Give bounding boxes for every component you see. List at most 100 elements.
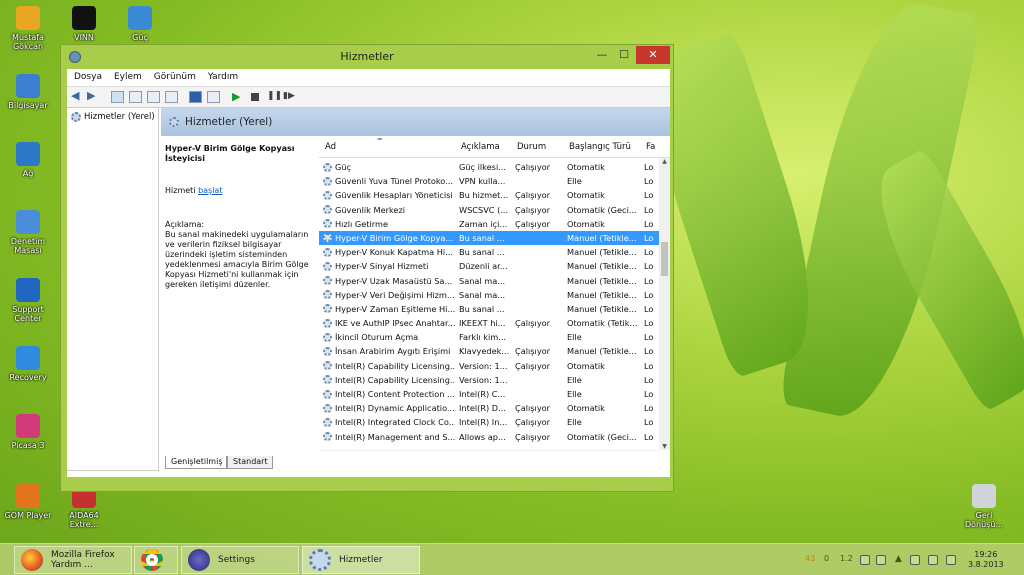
service-row[interactable]: Güvenli Yuva Tünel Protoko... VPN kulla..…	[319, 174, 659, 188]
refresh-icon[interactable]	[147, 91, 160, 103]
service-row[interactable]: İkincil Oturum Açma Farklı kim... Elle Lo	[319, 330, 659, 344]
taskbar-item-firefox[interactable]: Mozilla Firefox Yardım ...	[14, 546, 132, 574]
taskbar-item-chrome[interactable]	[134, 546, 178, 574]
menu-file[interactable]: Dosya	[67, 69, 107, 82]
desktop-icon-user-folder[interactable]: Mustafa Gökcan	[2, 6, 54, 51]
service-row[interactable]: Hyper-V Uzak Masaüstü Sa... Sanal ma... Ma…	[319, 274, 659, 288]
desktop-icon-label: Picasa 3	[11, 441, 45, 450]
forward-arrow-icon[interactable]: ▶	[87, 90, 100, 103]
service-row[interactable]: IKE ve AuthIP IPsec Anahtar... IKEEXT hi.…	[319, 316, 659, 330]
service-logon: Lo	[644, 346, 654, 357]
service-logon: Lo	[644, 403, 654, 414]
console-tree-icon[interactable]	[111, 91, 124, 103]
tray-app-icon[interactable]	[860, 555, 870, 565]
service-row[interactable]: Güvenlik Merkezi WSCSVC (... Çalışıyor Otom…	[319, 203, 659, 217]
service-row[interactable]: Hyper-V Zaman Eşitleme Hi... Bu sanal ...…	[319, 302, 659, 316]
title-bar[interactable]: Hizmetler — ☐ ✕	[61, 45, 673, 69]
service-gear-icon	[323, 318, 332, 328]
restart-service-icon[interactable]: ▮▶	[283, 91, 295, 103]
properties-icon[interactable]	[129, 91, 142, 103]
service-gear-icon	[323, 276, 332, 285]
desktop-icon-gom-player[interactable]: GOM Player	[2, 484, 54, 520]
service-row[interactable]: İnsan Arabirim Aygıtı Erişimi Klavyedek..…	[319, 344, 659, 358]
desktop-icon-picasa[interactable]: Picasa 3	[2, 414, 54, 450]
service-row[interactable]: Intel(R) Management and S... Allows ap...…	[319, 430, 659, 444]
service-row[interactable]: Güvenlik Hesapları Yöneticisi Bu hizmet..…	[319, 188, 659, 202]
taskbar-item-settings[interactable]: Settings	[181, 546, 299, 574]
maximize-button[interactable]: ☐	[613, 46, 635, 64]
help-icon[interactable]	[189, 91, 202, 103]
clock-date: 3.8.2013	[968, 560, 1004, 569]
service-description: Düzenli ar...	[459, 261, 508, 272]
desktop-icon-recovery[interactable]: Recovery	[2, 346, 54, 382]
service-name-text: Hyper-V Sinyal Hizmeti	[335, 261, 429, 272]
service-gear-icon	[323, 304, 332, 314]
pause-service-icon[interactable]: ❚❚	[267, 91, 282, 103]
horizontal-scrollbar[interactable]: ◀ ▶	[319, 450, 659, 451]
service-row[interactable]: Intel(R) Dynamic Applicatio... Intel(R) D…	[319, 401, 659, 415]
service-gear-icon	[323, 361, 332, 371]
desktop-icon-power[interactable]: Güç	[114, 6, 166, 42]
desktop-icon-recycle-bin[interactable]: Geri Dönüşü...	[958, 484, 1010, 529]
column-header-description[interactable]: Açıklama	[461, 142, 500, 152]
service-row[interactable]: Intel(R) Capability Licensing... Version:…	[319, 359, 659, 373]
desktop-icon-vinn[interactable]: VINN	[58, 6, 110, 42]
scroll-down-icon[interactable]: ▼	[659, 443, 670, 450]
column-header-startup-type[interactable]: Başlangıç Türü	[569, 142, 631, 152]
back-arrow-icon[interactable]: ◀	[71, 90, 84, 103]
service-gear-icon	[323, 205, 332, 215]
start-service-icon[interactable]: ▶	[232, 91, 244, 103]
service-row[interactable]: Hyper-V Sinyal Hizmeti Düzenli ar... Manue…	[319, 259, 659, 273]
column-header-row: ▲ Ad Açıklama Durum Başlangıç Türü Fa	[319, 138, 670, 158]
tree-item-services-local[interactable]: Hizmetler (Yerel)	[71, 112, 155, 122]
service-startup-type: Elle	[567, 374, 582, 385]
desktop-icon-computer[interactable]: Bilgisayar	[2, 74, 54, 110]
vertical-scrollbar[interactable]: ▲ ▼	[659, 158, 670, 450]
service-row[interactable]: Hyper-V Konuk Kapatma Hi... Bu sanal ... M…	[319, 245, 659, 259]
service-gear-icon	[323, 346, 332, 356]
desktop-icon-label: VINN	[74, 33, 94, 42]
service-row[interactable]: Intel(R) Content Protection ... Intel(R) …	[319, 387, 659, 401]
start-service-link[interactable]: başlat	[198, 186, 222, 195]
service-logon: Lo	[644, 360, 654, 371]
column-header-name[interactable]: Ad	[325, 142, 336, 152]
tray-expand-icon[interactable]: ▲	[895, 554, 902, 564]
tab-extended[interactable]: Genişletilmiş	[165, 456, 227, 469]
desktop-icon-network[interactable]: Ağ	[2, 142, 54, 178]
service-row[interactable]: Hızlı Getirme Zaman içi... Çalışıyor Otomat…	[319, 217, 659, 231]
desktop-icon-support-center[interactable]: Support Center	[2, 278, 54, 323]
column-header-status[interactable]: Durum	[517, 142, 546, 152]
service-name-text: Hyper-V Zaman Eşitleme Hi...	[335, 303, 455, 314]
show-hide-pane-icon[interactable]	[207, 91, 220, 103]
export-list-icon[interactable]	[165, 91, 178, 103]
desktop-icon-label: Geri Dönüşü...	[964, 511, 1004, 529]
taskbar-item-services[interactable]: Hizmetler	[302, 546, 420, 574]
scroll-up-icon[interactable]: ▲	[659, 158, 670, 165]
action-center-icon[interactable]	[910, 555, 920, 565]
menu-action[interactable]: Eylem	[107, 69, 147, 82]
tray-app-icon[interactable]	[876, 555, 886, 565]
service-row[interactable]: Intel(R) Integrated Clock Co... Intel(R) …	[319, 415, 659, 429]
close-button[interactable]: ✕	[636, 46, 670, 64]
minimize-button[interactable]: —	[591, 46, 613, 64]
desktop-icon-label: Recovery	[9, 373, 47, 382]
taskbar-item-label: Settings	[218, 555, 255, 565]
service-status: Çalışıyor	[515, 417, 551, 428]
tab-standard[interactable]: Standart	[227, 456, 273, 469]
service-row[interactable]: Hyper-V Veri Değişimi Hizm... Sanal ma...…	[319, 288, 659, 302]
service-row[interactable]: Intel(R) Capability Licensing... Version:…	[319, 373, 659, 387]
column-header-logon[interactable]: Fa	[646, 142, 655, 152]
service-row[interactable]: Hyper-V Birim Gölge Kopya... Bu sanal ...…	[319, 230, 659, 246]
service-startup-type: Manuel (Tetikle...	[567, 346, 637, 357]
service-logon: Lo	[644, 431, 654, 442]
menu-view[interactable]: Görünüm	[147, 69, 201, 82]
tray-clock[interactable]: 19:26 3.8.2013	[968, 550, 1004, 570]
service-row[interactable]: Güç Güç ilkesi... Çalışıyor Otomatik Lo	[319, 160, 659, 174]
scroll-thumb[interactable]	[661, 242, 668, 276]
desktop-icon-control-panel[interactable]: Denetim Masası	[2, 210, 54, 255]
network-tray-icon[interactable]	[946, 555, 956, 565]
stop-service-icon[interactable]	[251, 93, 259, 101]
volume-icon[interactable]	[928, 555, 938, 565]
menu-help[interactable]: Yardım	[201, 69, 243, 82]
service-name-text: İkincil Oturum Açma	[335, 332, 419, 343]
